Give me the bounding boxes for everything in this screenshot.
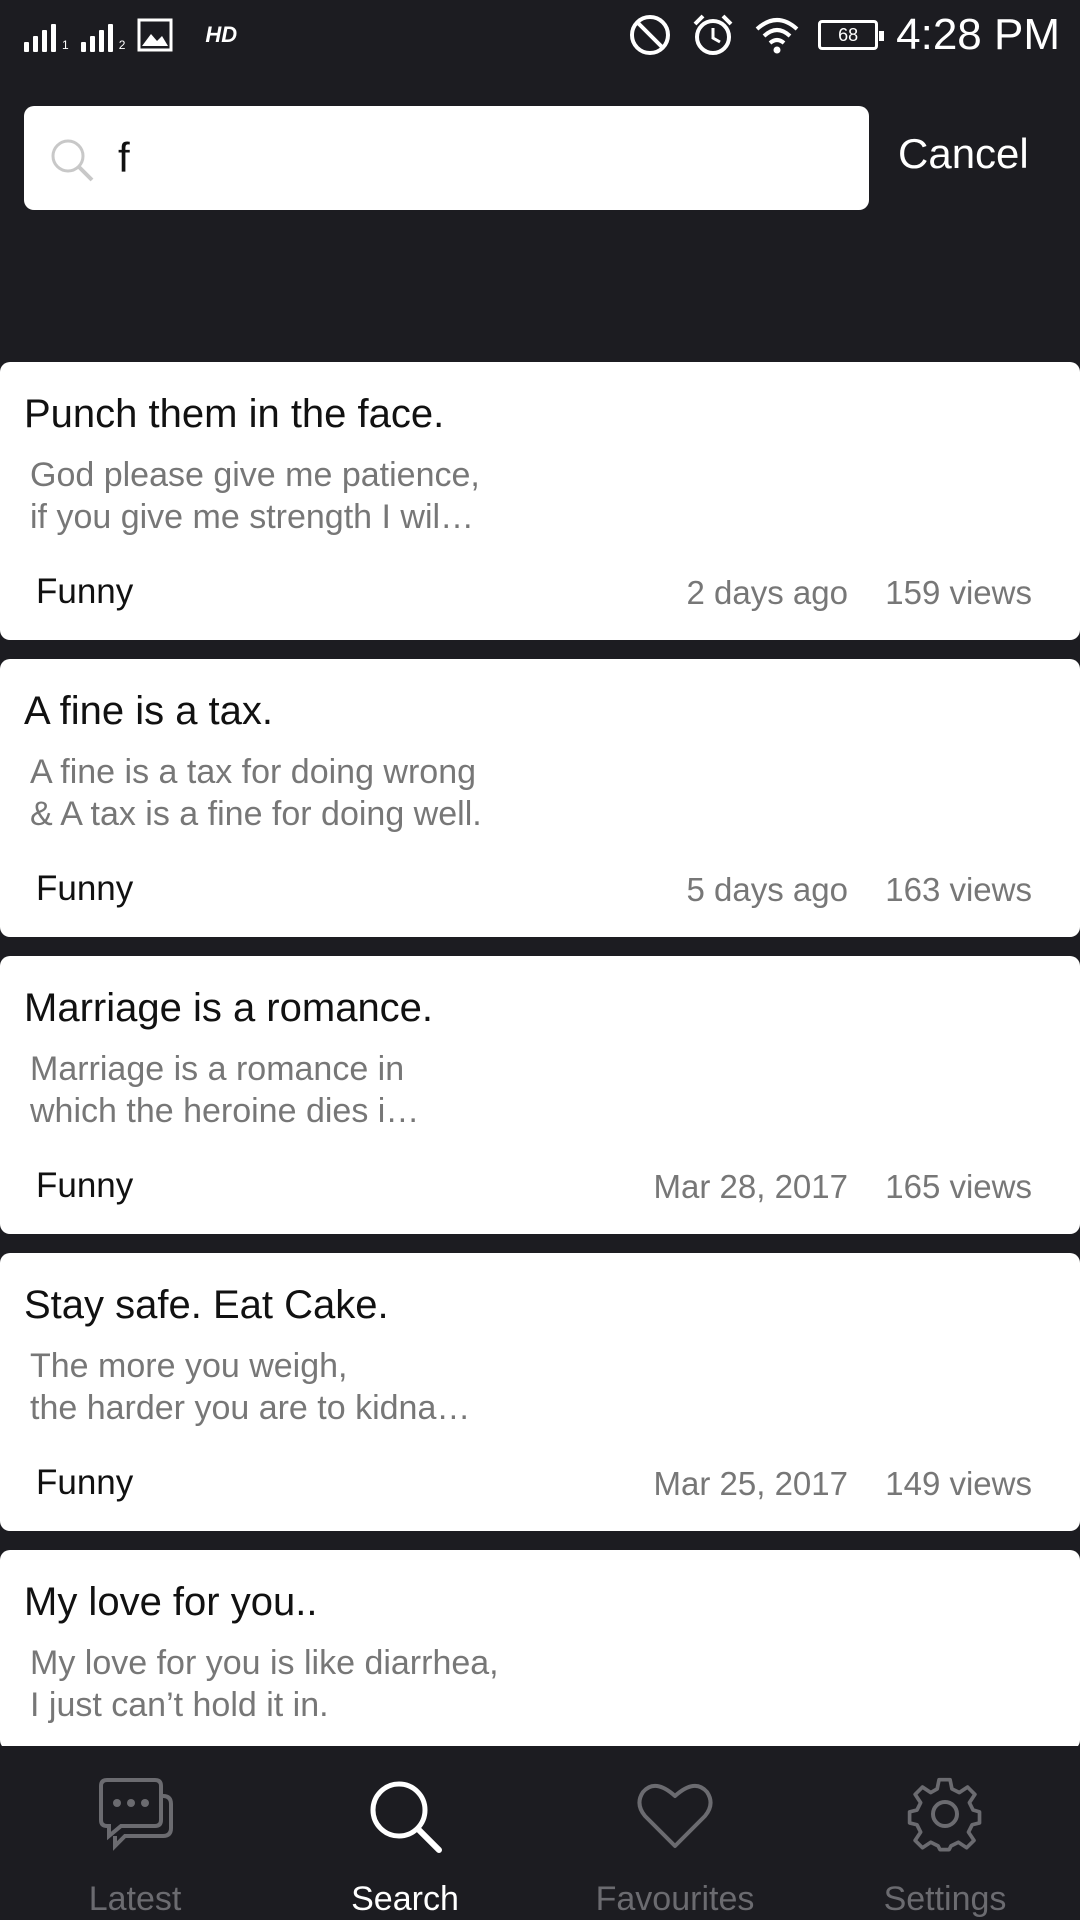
quote-title: A fine is a tax.	[24, 689, 274, 733]
quote-views: 163 views	[885, 871, 1032, 908]
gear-icon	[907, 1777, 982, 1852]
clock: 4:28 PM	[896, 10, 1060, 59]
heart-icon	[637, 1784, 713, 1848]
quote-date: Mar 28, 2017	[653, 1168, 848, 1205]
network-type: HD	[205, 22, 238, 47]
quote-date: Mar 25, 2017	[653, 1465, 848, 1502]
cancel-button[interactable]: Cancel	[898, 130, 1029, 178]
quote-excerpt: A fine is a tax for doing wrong & A tax …	[30, 753, 482, 833]
quote-excerpt: My love for you is like diarrhea, I just…	[30, 1644, 499, 1724]
chat-bubbles-icon	[99, 1778, 173, 1851]
signal-1-icon: 1	[24, 18, 69, 52]
tab-label: Favourites	[595, 1880, 755, 1918]
quote-category: Funny	[36, 1463, 134, 1502]
battery-icon: 68	[818, 20, 885, 50]
result-card[interactable]: Stay safe. Eat Cake. The more you weigh,…	[0, 1253, 1080, 1531]
tab-label: Settings	[883, 1880, 1007, 1918]
quote-excerpt: The more you weigh, the harder you are t…	[30, 1347, 471, 1427]
quote-views: 159 views	[885, 574, 1032, 611]
quote-excerpt: Marriage is a romance in which the heroi…	[30, 1050, 420, 1130]
quote-category: Funny	[36, 1166, 134, 1205]
do-not-disturb-icon	[630, 15, 671, 55]
quote-date: 2 days ago	[686, 574, 848, 611]
tab-label: Search	[351, 1880, 459, 1918]
quote-excerpt: God please give me patience, if you give…	[30, 456, 480, 536]
alarm-icon	[693, 14, 733, 55]
quote-title: Stay safe. Eat Cake.	[24, 1283, 389, 1327]
battery-level: 68	[838, 24, 859, 45]
status-bar: 1 2 HD 68 4:28 PM	[0, 0, 1080, 80]
quote-views: 165 views	[885, 1168, 1032, 1205]
quote-title: Marriage is a romance.	[24, 986, 434, 1030]
result-card[interactable]: Marriage is a romance. Marriage is a rom…	[0, 956, 1080, 1234]
tab-label: Latest	[88, 1880, 182, 1918]
quote-views: 149 views	[885, 1465, 1032, 1502]
search-input[interactable]	[118, 128, 838, 188]
quote-title: My love for you..	[24, 1580, 318, 1624]
search-bar[interactable]	[24, 106, 869, 210]
wifi-icon	[755, 18, 799, 54]
tab-settings[interactable]: Settings	[810, 1746, 1080, 1920]
result-card[interactable]: My love for you.. My love for you is lik…	[0, 1550, 1080, 1750]
signal-2-icon: 2	[80, 18, 125, 52]
quote-category: Funny	[36, 869, 134, 908]
result-card[interactable]: A fine is a tax. A fine is a tax for doi…	[0, 659, 1080, 937]
tab-latest[interactable]: Latest	[0, 1746, 270, 1920]
quote-title: Punch them in the face.	[24, 392, 445, 436]
search-icon	[370, 1781, 442, 1853]
bottom-tab-bar: Latest Search Favourites Settings	[0, 1746, 1080, 1920]
result-card[interactable]: Punch them in the face. God please give …	[0, 362, 1080, 640]
quote-category: Funny	[36, 572, 134, 611]
tab-favourites[interactable]: Favourites	[540, 1746, 810, 1920]
image-icon	[137, 18, 173, 52]
search-icon	[51, 139, 94, 182]
quote-date: 5 days ago	[686, 871, 848, 908]
tab-search[interactable]: Search	[270, 1746, 540, 1920]
